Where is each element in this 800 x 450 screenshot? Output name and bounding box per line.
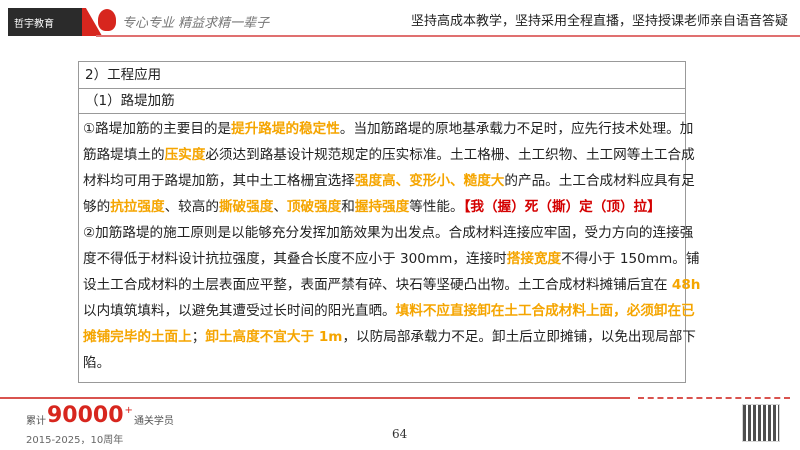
highlighted-text: 卸土高度不宜大于 1m [205, 329, 343, 345]
text-segment: 。当加筋路堤的原地基承载力不足时，应先行技术处理。加 [339, 121, 694, 137]
text-segment: 设土工合成材料的土层表面应平整，表面严禁有碎、块石等坚硬凸出物。土工合成材料摊铺… [83, 277, 672, 293]
text-line: 材料均可用于路堤加筋，其中土工格栅宜选择强度高、变形小、糙度大的产品。土工合成材… [83, 168, 695, 194]
text-line: 够的抗拉强度、较高的撕破强度、顶破强度和握持强度等性能。【我（握）死（撕）定（顶… [83, 194, 681, 220]
text-segment: 、较高的 [164, 199, 219, 215]
highlighted-text: 摊铺完毕的土面上 [83, 329, 192, 345]
text-segment: 筋路堤填土的 [83, 147, 165, 163]
text-line: 以内填筑填料，以避免其遭受过长时间的阳光直晒。填料不应直接卸在土工合成材料上面，… [83, 298, 695, 324]
text-segment: 材料均可用于路堤加筋，其中土工格栅宜选择 [83, 173, 355, 189]
highlighted-text: 撕破强度 [218, 199, 274, 215]
footer-divider [0, 397, 630, 399]
highlighted-text: 提升路堤的稳定性 [231, 121, 340, 137]
text-line: 筋路堤填土的压实度必须达到路基设计规范规定的压实标准。土工格栅、土工织物、土工网… [83, 142, 695, 168]
tagline: 坚持高成本教学，坚持采用全程直播，坚持授课老师亲自语音答疑 [410, 14, 788, 29]
text-segment: 等性能。 [409, 199, 464, 215]
text-line: ②加筋路堤的施工原则是以能够充分发挥加筋效果为出发点。合成材料连接应牢固，受力方… [83, 220, 693, 246]
highlighted-text: 填料不应直接卸在土工合成材料上面，必须卸在已 [395, 303, 695, 319]
mascot-icon [98, 9, 116, 31]
anniversary-text: 2015-2025，10周年 [26, 435, 124, 446]
page-number: 64 [392, 427, 408, 441]
highlighted-text: 握持强度 [354, 199, 410, 215]
text-segment: 以内填筑填料，以避免其遭受过长时间的阳光直晒。 [83, 303, 396, 319]
highlighted-text: 48h [671, 277, 701, 293]
mnemonic-text: 【我（握）死（撕）定（顶）拉】 [463, 199, 661, 215]
text-segment: ②加筋路堤的施工原则是以能够充分发挥加筋效果为出发点。合成材料连接应牢固，受力方… [83, 225, 694, 241]
content-table: 2）工程应用 （1）路堤加筋 ①路堤加筋的主要目的是提升路堤的稳定性。当加筋路堤… [78, 61, 700, 383]
text-segment: 够的 [83, 199, 111, 215]
subsection-heading: （1）路堤加筋 [79, 89, 685, 114]
text-line: 度不得低于材料设计抗拉强度，其叠合长度不应小于 300mm，连接时搭接宽度不得小… [83, 246, 699, 272]
highlighted-text: 抗拉强度 [110, 199, 165, 215]
text-segment: ； [191, 329, 206, 345]
text-segment: 陷。 [83, 355, 111, 371]
qr-code-icon [742, 404, 780, 442]
text-segment: 的产品。土工合成材料应具有足 [504, 173, 695, 189]
text-segment: 和 [341, 199, 355, 215]
highlighted-text: 强度高、变形小、糙度大 [354, 173, 505, 189]
header: 哲宇教育 专心专业 精益求精一辈子 坚持高成本教学，坚持采用全程直播，坚持授课老… [0, 0, 800, 37]
text-line: ①路堤加筋的主要目的是提升路堤的稳定性。当加筋路堤的原地基承载力不足时，应先行技… [83, 116, 693, 142]
handwritten-slogan: 专心专业 精益求精一辈子 [122, 16, 270, 31]
highlighted-text: 压实度 [164, 147, 206, 163]
text-segment: ①路堤加筋的主要目的是 [83, 121, 232, 137]
text-segment: 不得小于 150mm。铺 [561, 251, 700, 267]
logo-text: 哲宇教育 [14, 18, 54, 30]
highlighted-text: 搭接宽度 [506, 251, 562, 267]
text-line: 设土工合成材料的土层表面应平整，表面严禁有碎、块石等坚硬凸出物。土工合成材料摊铺… [83, 272, 700, 298]
section-heading: 2）工程应用 [79, 62, 685, 89]
text-line: 陷。 [83, 350, 681, 376]
header-divider [96, 35, 800, 37]
text-segment: 必须达到路基设计规范规定的压实标准。土工格栅、土工织物、土工网等土工合成 [205, 147, 695, 163]
text-segment: ，以防局部承载力不足。卸土后立即摊铺，以免出现局部下 [342, 329, 696, 345]
highlighted-text: 顶破强度 [286, 199, 342, 215]
footer-dashed-divider [638, 397, 790, 399]
text-segment: 度不得低于材料设计抗拉强度，其叠合长度不应小于 300mm，连接时 [83, 251, 507, 267]
stat-prefix: 累计 [26, 416, 46, 427]
content-body: ①路堤加筋的主要目的是提升路堤的稳定性。当加筋路堤的原地基承载力不足时，应先行技… [79, 114, 700, 382]
brand-logo: 哲宇教育 [8, 8, 82, 36]
text-segment: 、 [273, 199, 287, 215]
student-count: 累计 90000 + 通关学员 [26, 403, 174, 428]
stat-number: 90000 [47, 403, 124, 428]
stat-plus: + [124, 405, 133, 416]
stat-suffix: 通关学员 [133, 416, 174, 427]
text-line: 摊铺完毕的土面上；卸土高度不宜大于 1m，以防局部承载力不足。卸土后立即摊铺，以… [83, 324, 696, 350]
